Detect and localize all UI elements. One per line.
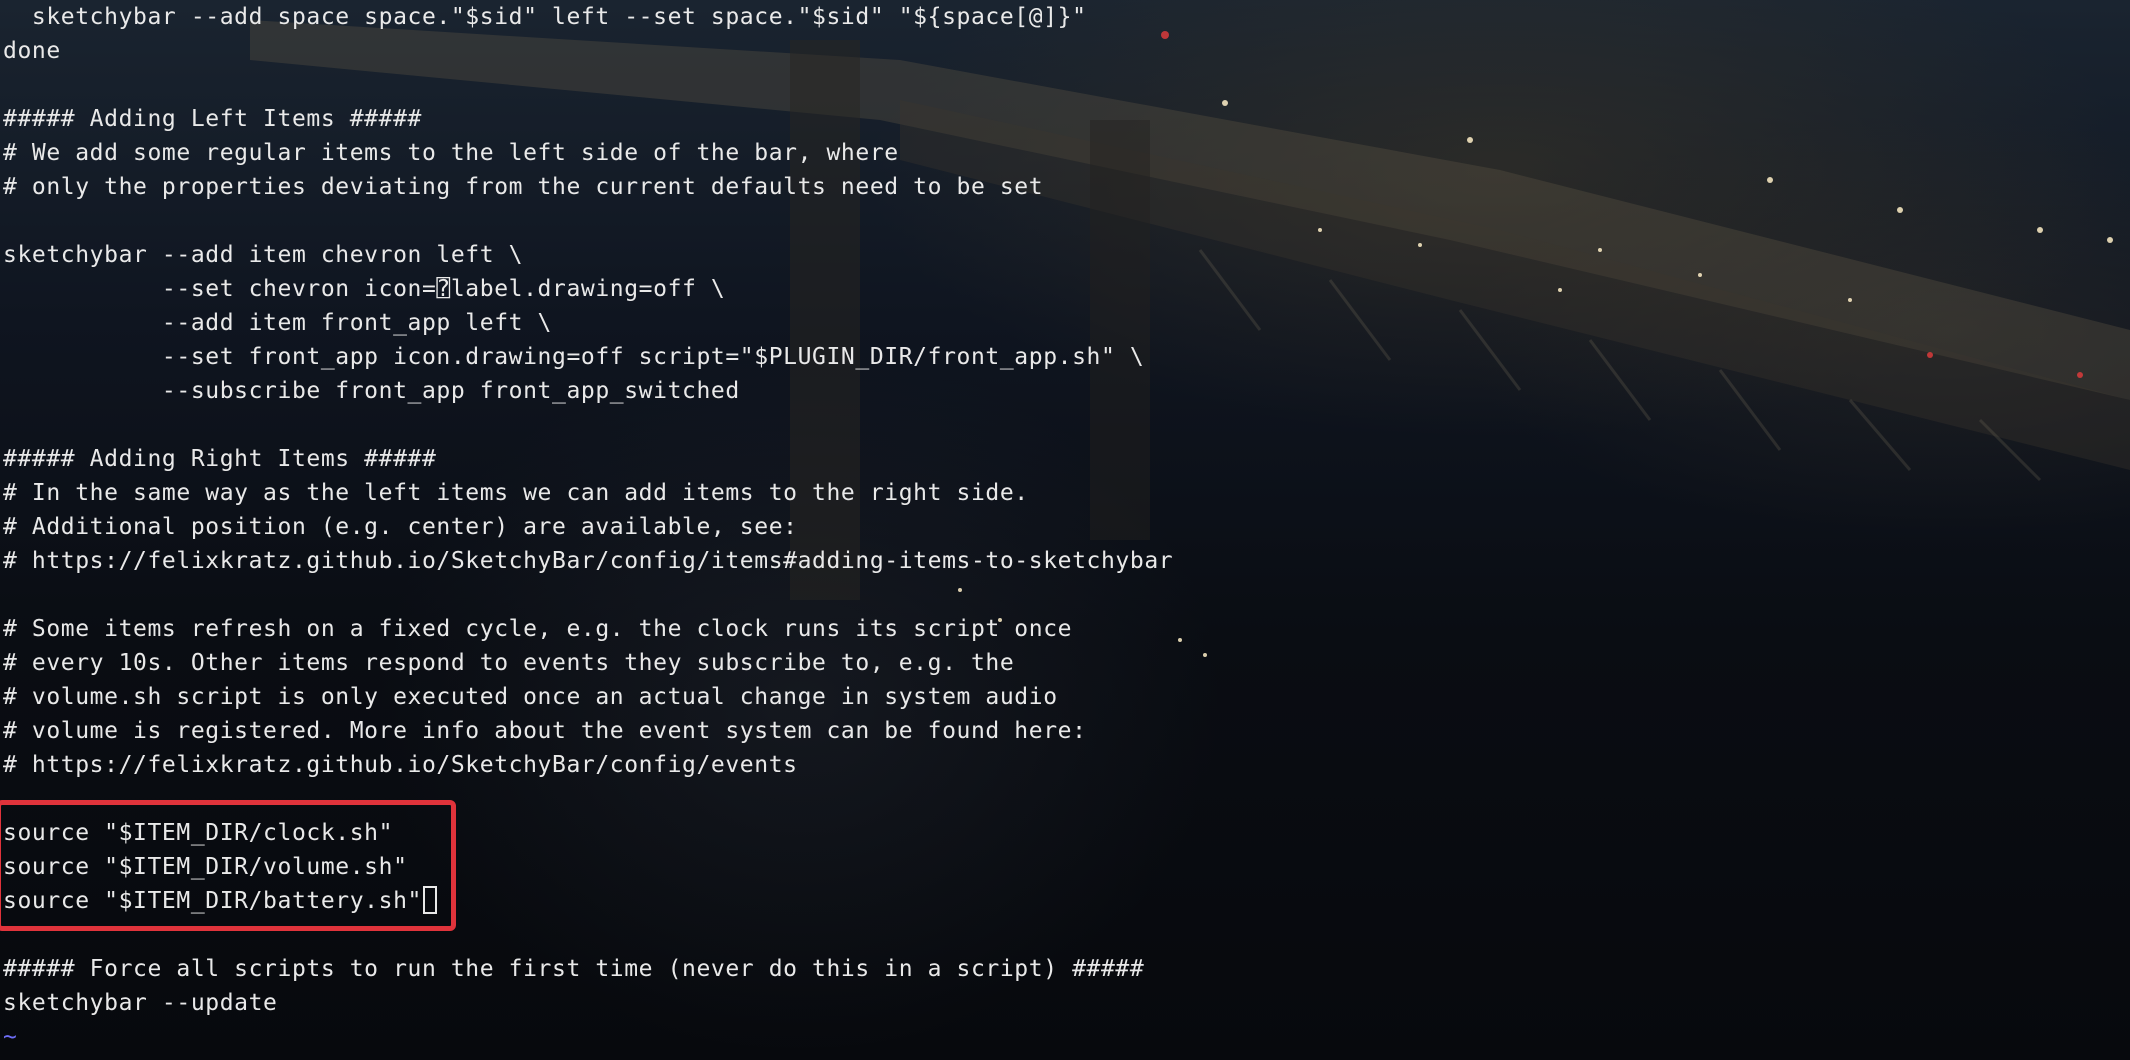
code-line[interactable] <box>3 204 1173 238</box>
code-line[interactable]: # only the properties deviating from the… <box>3 170 1173 204</box>
code-line-text: --set chevron icon=⍰label.drawing=off \ <box>3 276 726 302</box>
code-line-text: ##### Adding Right Items ##### <box>3 446 437 472</box>
code-line[interactable]: --subscribe front_app front_app_switched <box>3 374 1173 408</box>
code-line[interactable]: # volume is registered. More info about … <box>3 714 1173 748</box>
code-line-text: # Additional position (e.g. center) are … <box>3 514 798 540</box>
code-line[interactable]: # We add some regular items to the left … <box>3 136 1173 170</box>
code-line-text: source "$ITEM_DIR/volume.sh" <box>3 854 408 880</box>
code-line-text: --subscribe front_app front_app_switched <box>3 378 740 404</box>
code-line[interactable] <box>3 918 1173 952</box>
code-line[interactable]: ##### Adding Left Items ##### <box>3 102 1173 136</box>
code-line[interactable]: ##### Adding Right Items ##### <box>3 442 1173 476</box>
code-line[interactable] <box>3 68 1173 102</box>
code-line[interactable]: # Some items refresh on a fixed cycle, e… <box>3 612 1173 646</box>
code-line-text: sketchybar --add item chevron left \ <box>3 242 524 268</box>
code-line[interactable]: source "$ITEM_DIR/clock.sh" <box>3 816 1173 850</box>
code-line-text: # only the properties deviating from the… <box>3 174 1044 200</box>
code-line-text: # every 10s. Other items respond to even… <box>3 650 1015 676</box>
code-line[interactable]: # In the same way as the left items we c… <box>3 476 1173 510</box>
code-line[interactable]: ##### Force all scripts to run the first… <box>3 952 1173 986</box>
code-line-text: ##### Adding Left Items ##### <box>3 106 422 132</box>
code-line[interactable]: source "$ITEM_DIR/battery.sh" <box>3 884 1173 918</box>
text-cursor <box>422 886 437 914</box>
code-line[interactable]: done <box>3 34 1173 68</box>
code-line[interactable]: # volume.sh script is only executed once… <box>3 680 1173 714</box>
empty-buffer-tilde[interactable]: ~ <box>3 1020 1173 1054</box>
code-line[interactable] <box>3 782 1173 816</box>
code-line[interactable]: source "$ITEM_DIR/volume.sh" <box>3 850 1173 884</box>
code-editor-buffer[interactable]: sketchybar --add space space."$sid" left… <box>3 0 1173 1054</box>
code-line-text: sketchybar --add space space."$sid" left… <box>3 4 1087 30</box>
code-line-text: # volume.sh script is only executed once… <box>3 684 1058 710</box>
terminal-window[interactable]: sketchybar --add space space."$sid" left… <box>0 0 2130 1060</box>
code-line-text: done <box>3 38 61 64</box>
code-line-text: # We add some regular items to the left … <box>3 140 899 166</box>
code-line-text: # Some items refresh on a fixed cycle, e… <box>3 616 1073 642</box>
code-line[interactable]: sketchybar --add item chevron left \ <box>3 238 1173 272</box>
code-line-text: ~ <box>3 1024 18 1050</box>
code-line-text: --add item front_app left \ <box>3 310 552 336</box>
code-line[interactable]: # every 10s. Other items respond to even… <box>3 646 1173 680</box>
code-line-text: # https://felixkratz.github.io/SketchyBa… <box>3 548 1174 574</box>
code-line-text: --set front_app icon.drawing=off script=… <box>3 344 1145 370</box>
code-line[interactable]: --set chevron icon=⍰label.drawing=off \ <box>3 272 1173 306</box>
code-line[interactable] <box>3 408 1173 442</box>
code-line[interactable]: sketchybar --add space space."$sid" left… <box>3 0 1173 34</box>
code-line-text: # https://felixkratz.github.io/SketchyBa… <box>3 752 798 778</box>
code-line[interactable]: sketchybar --update <box>3 986 1173 1020</box>
code-line-text: source "$ITEM_DIR/clock.sh" <box>3 820 394 846</box>
code-line-text: # In the same way as the left items we c… <box>3 480 1029 506</box>
code-line-text: source "$ITEM_DIR/battery.sh" <box>3 888 422 914</box>
code-line[interactable]: --add item front_app left \ <box>3 306 1173 340</box>
code-line[interactable]: # https://felixkratz.github.io/SketchyBa… <box>3 544 1173 578</box>
code-line[interactable]: # https://felixkratz.github.io/SketchyBa… <box>3 748 1173 782</box>
code-line-text: sketchybar --update <box>3 990 278 1016</box>
code-line[interactable] <box>3 578 1173 612</box>
code-line[interactable]: --set front_app icon.drawing=off script=… <box>3 340 1173 374</box>
code-line[interactable]: # Additional position (e.g. center) are … <box>3 510 1173 544</box>
code-line-text: # volume is registered. More info about … <box>3 718 1087 744</box>
code-line-text: ##### Force all scripts to run the first… <box>3 956 1145 982</box>
